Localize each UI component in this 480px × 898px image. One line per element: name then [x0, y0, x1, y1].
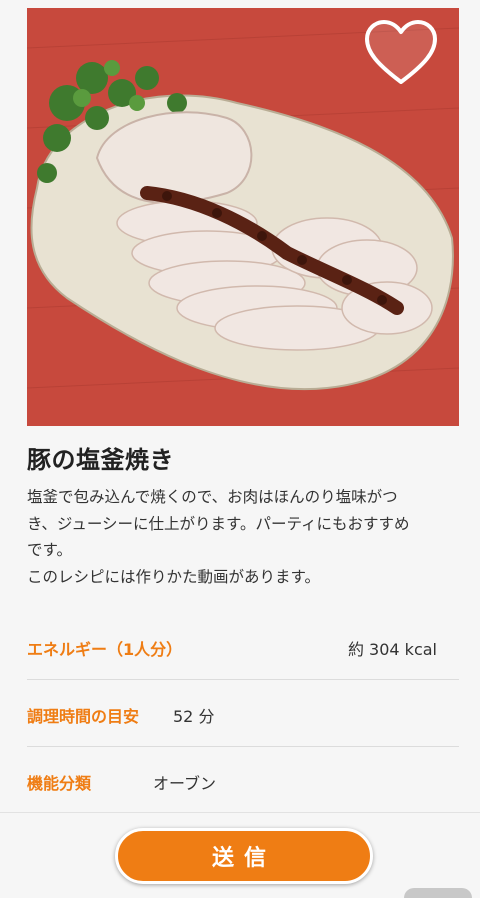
description-line: です。	[27, 541, 72, 559]
description-line: 塩釜で包み込んで焼くので、お肉はほんのり塩味がつ	[27, 488, 398, 506]
cook-time-label: 調理時間の目安	[27, 707, 140, 726]
scrollbar-thumb[interactable]	[404, 888, 472, 898]
cook-time-row: 調理時間の目安 52 分	[27, 681, 459, 747]
energy-value: 約 304 kcal	[347, 640, 437, 659]
function-category-label: 機能分類	[27, 774, 92, 793]
description-line: き、ジューシーに仕上がります。パーティにもおすすめ	[27, 514, 410, 533]
energy-row: エネルギー（1人分） 約 304 kcal	[27, 614, 459, 680]
function-category-row: 機能分類 オーブン	[27, 748, 459, 814]
favorite-button[interactable]	[363, 18, 439, 88]
function-category-value: オーブン	[153, 774, 217, 793]
recipe-title: 豚の塩釜焼き	[27, 446, 174, 474]
heart-outline-icon	[365, 20, 437, 84]
energy-label: エネルギー（1人分）	[27, 640, 183, 659]
recipe-photo	[27, 8, 459, 426]
cook-time-value: 52 分	[173, 707, 215, 726]
description-line: このレシピには作りかた動画があります。	[27, 567, 320, 586]
send-button[interactable]: 送信	[115, 828, 373, 884]
recipe-description: 塩釜で包み込んで焼くので、お肉はほんのり塩味がつ き、ジューシーに仕上がります。…	[27, 484, 457, 590]
